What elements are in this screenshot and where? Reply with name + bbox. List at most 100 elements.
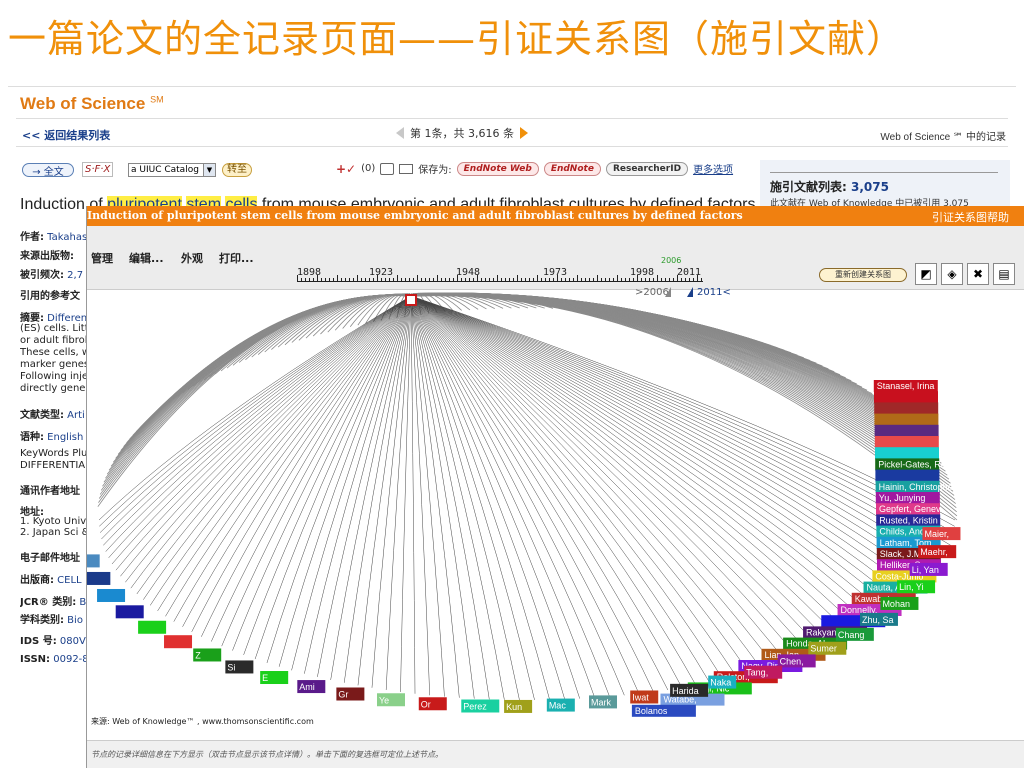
citation-node-label[interactable]: Naka	[710, 678, 731, 688]
citation-node[interactable]: Maier,	[922, 527, 961, 541]
citation-node-label[interactable]: Maier,	[924, 529, 949, 539]
citation-node-label[interactable]: Maehr,	[920, 547, 948, 557]
cited-by-count[interactable]: 施引文献列表: 3,075	[770, 178, 889, 195]
endnote-web-button[interactable]: EndNote Web	[456, 161, 539, 176]
citation-node[interactable]	[874, 424, 939, 437]
citation-node-label[interactable]: Sumer	[810, 644, 837, 654]
citation-node-label[interactable]: Iwat	[632, 692, 649, 702]
citation-node-label[interactable]: Chang	[838, 630, 865, 640]
citation-node-label[interactable]: Mark	[591, 697, 611, 707]
citation-node-box[interactable]	[874, 391, 938, 404]
citation-node[interactable]: Or	[418, 697, 447, 711]
menu-appearance[interactable]: 外观	[181, 250, 203, 266]
citation-node[interactable]: Gepfert, Genev	[876, 503, 941, 516]
citation-node-label[interactable]: Yu, Junying	[879, 493, 926, 503]
citation-node[interactable]	[874, 436, 939, 448]
citation-node-box[interactable]	[875, 469, 940, 482]
citation-node-label[interactable]: Stanasel, Irina	[877, 381, 935, 391]
menu-manage[interactable]: 管理	[91, 250, 113, 266]
more-options-link[interactable]: 更多选项	[693, 161, 733, 176]
citation-node[interactable]: Maehr,	[918, 545, 957, 559]
citation-node-label[interactable]: Pickel-Gates, Rosemar	[878, 459, 971, 469]
menu-print[interactable]: 打印...	[219, 250, 254, 266]
goto-button[interactable]: 转至	[222, 163, 252, 177]
citation-node[interactable]	[138, 620, 167, 634]
citation-node-box[interactable]	[115, 605, 144, 619]
citation-node[interactable]: Yu, Junying	[875, 492, 940, 504]
save-map-icon[interactable]: ▤	[993, 263, 1015, 285]
citation-node[interactable]: Hainin, Christopher	[875, 480, 956, 493]
citation-node-label[interactable]: E	[262, 673, 268, 683]
citation-node[interactable]	[875, 469, 940, 482]
next-record-icon[interactable]	[519, 127, 528, 139]
citation-node[interactable]	[874, 413, 939, 426]
citation-node-label[interactable]: Or	[421, 699, 431, 709]
citation-node[interactable]: Bolanos	[631, 704, 696, 717]
citation-node[interactable]: Si	[225, 660, 254, 674]
citation-node[interactable]: Gr	[336, 687, 365, 701]
citation-node[interactable]: E	[260, 671, 289, 685]
citation-node[interactable]	[164, 635, 193, 649]
citation-node-label[interactable]: Harida	[672, 686, 699, 696]
citation-node[interactable]: Rusted, Kristin	[876, 514, 941, 527]
citation-node-label[interactable]: Mohan	[882, 599, 910, 609]
citation-node[interactable]: Iwat	[630, 690, 659, 704]
citation-node-label[interactable]: Lin, Yi	[899, 582, 924, 592]
citation-node[interactable]: Mark	[589, 695, 618, 709]
citation-node[interactable]: Z	[193, 648, 222, 662]
center-icon[interactable]: ◈	[941, 263, 963, 285]
citation-node-label[interactable]: Rusted, Kristin	[879, 515, 938, 525]
citation-node-label[interactable]: Z	[195, 650, 201, 660]
citation-node[interactable]: Chang	[835, 627, 874, 641]
citation-node[interactable]	[87, 571, 111, 585]
email-icon[interactable]	[399, 163, 414, 174]
citation-node-box[interactable]	[87, 571, 111, 585]
center-paper-node[interactable]	[405, 294, 417, 306]
citation-node-box[interactable]	[138, 620, 167, 634]
citation-node-box[interactable]	[874, 436, 939, 448]
marked-list-icon[interactable]: +✓	[336, 162, 356, 176]
chevron-down-icon[interactable]: ▼	[203, 164, 215, 176]
citation-node-box[interactable]	[87, 554, 100, 568]
citation-node[interactable]: Tang,	[744, 665, 783, 679]
citation-node[interactable]: Harida	[670, 683, 709, 697]
citation-node-label[interactable]: Mac	[549, 701, 567, 711]
citation-node[interactable]: Perez	[461, 699, 500, 713]
fulltext-button[interactable]: → 全文	[22, 163, 74, 178]
citation-node[interactable]: Sumer	[808, 641, 847, 655]
catalog-select[interactable]: a UIUC Catalog ▼	[128, 163, 216, 177]
citation-node[interactable]	[874, 391, 938, 404]
citation-node[interactable]	[874, 402, 939, 415]
citation-node[interactable]: Chen,	[777, 654, 816, 668]
citation-node[interactable]: Zhu, Sa	[859, 612, 898, 626]
back-to-results-link[interactable]: << 返回结果列表	[22, 127, 110, 143]
citation-node[interactable]: Li, Yan	[909, 562, 948, 576]
citation-node-label[interactable]: Tang,	[746, 668, 768, 678]
citation-node-label[interactable]: Zhu, Sa	[862, 615, 894, 625]
citation-node[interactable]: Ye	[376, 693, 405, 707]
citation-node-box[interactable]	[875, 447, 939, 460]
citation-node[interactable]: Mohan	[880, 596, 919, 610]
citation-node[interactable]: Lin, Yi	[897, 580, 936, 594]
citation-node[interactable]	[875, 447, 939, 460]
citation-node-box[interactable]	[874, 424, 939, 437]
citation-node[interactable]: Ami	[297, 680, 326, 694]
expand-icon[interactable]: ✖	[967, 263, 989, 285]
citation-node-label[interactable]: Hainin, Christopher	[879, 482, 956, 492]
layout-icon[interactable]: ◩	[915, 263, 937, 285]
menu-edit[interactable]: 编辑...	[129, 250, 164, 266]
citation-node[interactable]: Naka	[708, 675, 737, 689]
prev-record-icon[interactable]	[396, 127, 404, 139]
endnote-button[interactable]: EndNote	[543, 161, 601, 176]
citation-node-label[interactable]: Chen,	[780, 656, 804, 666]
citation-node[interactable]	[115, 605, 144, 619]
citation-node[interactable]	[97, 588, 126, 602]
citation-network-graph[interactable]: Stanasel, Irina Pickel-Gates, Rosemar Hain…	[87, 290, 1024, 720]
citation-node[interactable]: Pickel-Gates, Rosemar	[875, 458, 971, 471]
redraw-map-button[interactable]: 重新创建关系图	[819, 268, 907, 282]
citation-node[interactable]: Kun	[504, 699, 533, 713]
citation-node-label[interactable]: Perez	[463, 702, 487, 712]
sfx-button[interactable]: S·F·X	[82, 162, 114, 177]
print-icon[interactable]	[380, 162, 395, 175]
citation-node-label[interactable]: Kun	[506, 702, 522, 712]
